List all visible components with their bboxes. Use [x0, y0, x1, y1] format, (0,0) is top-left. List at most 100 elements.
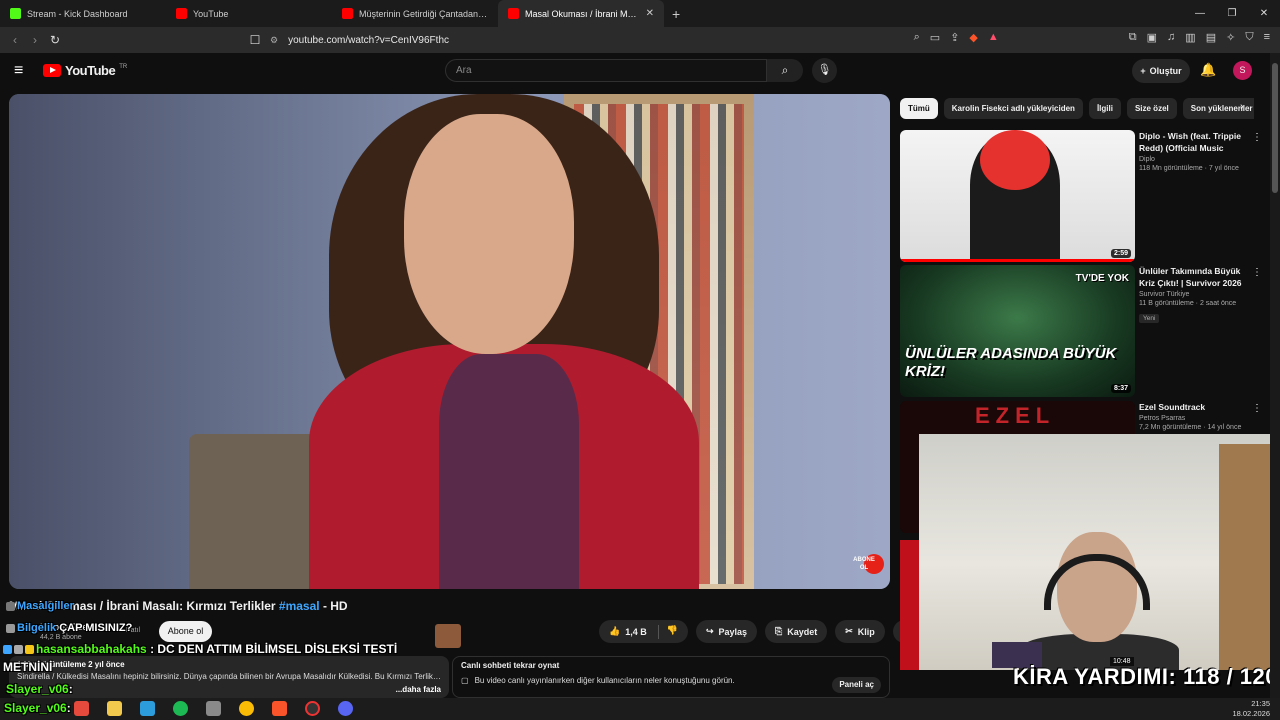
thumbs-down-icon[interactable]: 👎: [657, 624, 678, 639]
hashtag-link[interactable]: #masal: [279, 599, 320, 613]
screenshot-icon[interactable]: ▣: [1147, 31, 1157, 44]
chat-badge-icon: [14, 645, 23, 655]
system-clock[interactable]: 21:35 18.02.2026: [1232, 699, 1270, 719]
app-icon[interactable]: [74, 701, 89, 716]
calculator-icon[interactable]: [206, 701, 221, 716]
youtube-icon: [176, 8, 187, 19]
clip-button[interactable]: ✂ Klip: [835, 620, 885, 643]
save-button[interactable]: ⎘ Kaydet: [765, 620, 828, 643]
open-panel-button[interactable]: Paneli aç: [832, 677, 881, 693]
recommendation-item[interactable]: TV'DE YOK ÜNLÜLER ADASINDA BÜYÜK KRİZ! 8…: [900, 265, 1262, 397]
video-thumbnail[interactable]: 2:59: [900, 130, 1135, 262]
like-button[interactable]: 👍 1,4 B 👎: [599, 620, 688, 643]
hamburger-menu-icon[interactable]: ≡: [14, 62, 23, 80]
share-arrow-icon: ↪: [705, 626, 714, 636]
watch-progress-bar: [900, 259, 1135, 262]
sidebar-icon[interactable]: ▥: [1185, 31, 1195, 44]
forward-icon[interactable]: ›: [25, 33, 45, 47]
show-more-link[interactable]: ...daha fazla: [391, 685, 441, 694]
microphone-icon: 🎙: [817, 64, 832, 76]
description-box[interactable]: 1 Mn görüntüleme 2 yıl önce Sindirella /…: [9, 656, 449, 698]
new-tab-button[interactable]: +: [664, 6, 688, 22]
cast-icon[interactable]: ▭: [930, 31, 940, 44]
more-options-icon[interactable]: ⋮: [1252, 132, 1262, 143]
chat-bubble-icon: ▢: [461, 676, 469, 685]
chrome-icon[interactable]: [239, 701, 254, 716]
youtube-icon: [508, 8, 519, 19]
thumbs-up-icon: 👍: [609, 626, 621, 636]
url-text: youtube.com/watch?v=CenIV96Fthc: [288, 34, 450, 46]
partial-thumbnail: [900, 540, 919, 670]
recommendation-item[interactable]: 2:59 Diplo - Wish (feat. Trippie Redd) (…: [900, 130, 1262, 262]
app-icon[interactable]: [140, 701, 155, 716]
leo-icon[interactable]: ✧: [1226, 31, 1235, 44]
emote-image: [435, 624, 461, 648]
site-info-icon[interactable]: ⚙: [270, 35, 278, 46]
voice-search-button[interactable]: 🎙: [812, 58, 837, 83]
close-window-icon[interactable]: ✕: [1248, 0, 1280, 27]
discord-icon[interactable]: [338, 701, 353, 716]
tab-kick-dashboard[interactable]: Stream - Kick Dashboard: [0, 0, 166, 27]
youtube-play-icon: [43, 64, 61, 77]
bookmark-save-icon: ⎘: [775, 626, 783, 636]
file-explorer-icon[interactable]: [107, 701, 122, 716]
kick-icon: [10, 8, 21, 19]
chat-badge-icon: [6, 623, 15, 633]
chevron-right-icon[interactable]: ›: [1240, 101, 1244, 113]
tab-masal-okumasi[interactable]: Masal Okuması / İbrani Masalı: Kırmızı ✕: [498, 0, 664, 27]
brave-shield-icon[interactable]: ◆: [969, 31, 977, 44]
reload-icon[interactable]: ↻: [45, 33, 65, 47]
close-tab-icon[interactable]: ✕: [646, 8, 654, 19]
video-player[interactable]: [9, 94, 890, 589]
more-options-icon[interactable]: ⋮: [1252, 267, 1262, 278]
youtube-icon: [342, 8, 353, 19]
brave-icon[interactable]: [272, 701, 287, 716]
spotify-icon[interactable]: [173, 701, 188, 716]
create-button[interactable]: + Oluştur: [1132, 59, 1190, 83]
tab-youtube-video[interactable]: Müşterinin Getirdiği Çantadan Çıplak: [332, 0, 498, 27]
share-icon[interactable]: ⇪: [950, 31, 959, 44]
address-bar-row: ‹ › ↻ ☐ ⚙ youtube.com/watch?v=CenIV96Fth…: [0, 27, 1280, 53]
back-icon[interactable]: ‹: [5, 33, 25, 47]
scrollbar-thumb[interactable]: [1272, 63, 1278, 193]
search-input[interactable]: Ara: [445, 59, 767, 82]
scissors-icon: ✂: [845, 626, 853, 636]
bookmark-icon[interactable]: ☐: [245, 33, 265, 47]
minimize-icon[interactable]: —: [1184, 0, 1216, 27]
search-icon: ⌕: [781, 63, 789, 77]
plus-icon: +: [1140, 66, 1146, 76]
share-button[interactable]: ↪ Paylaş: [695, 620, 758, 643]
chat-message: METNİNİ: [3, 660, 53, 674]
youtube-header: ≡ YouTube TR Ara ⌕ 🎙 + Oluştur 🔔 S: [0, 53, 1270, 89]
views-and-date: 1 Mn görüntüleme 2 yıl önce: [17, 660, 125, 669]
tab-youtube[interactable]: YouTube: [166, 0, 332, 27]
media-icon[interactable]: ♫: [1167, 31, 1175, 44]
vpn-icon[interactable]: ⛉: [1245, 31, 1253, 44]
chip-related[interactable]: İlgili: [1088, 98, 1121, 119]
restore-icon[interactable]: ❐: [1216, 0, 1248, 27]
chip-for-you[interactable]: Size özel: [1126, 98, 1177, 119]
obs-icon[interactable]: [305, 701, 320, 716]
new-badge: Yeni: [1139, 314, 1160, 323]
wallet-icon[interactable]: ▤: [1206, 31, 1216, 44]
more-options-icon[interactable]: ⋮: [1252, 403, 1262, 414]
extensions-icon[interactable]: ⧉: [1129, 31, 1137, 44]
page-scrollbar[interactable]: [1270, 53, 1280, 698]
notifications-bell-icon[interactable]: 🔔: [1200, 62, 1216, 78]
chip-all[interactable]: Tümü: [900, 98, 938, 119]
video-presenter: [309, 94, 699, 589]
video-thumbnail[interactable]: TV'DE YOK ÜNLÜLER ADASINDA BÜYÜK KRİZ! 8…: [900, 265, 1135, 397]
abone-ol-watermark: ABONE OL: [853, 557, 875, 571]
recommendation-filter-chips: Tümü Karolin Fisekci adlı yükleyiciden İ…: [900, 98, 1254, 119]
search-button[interactable]: ⌕: [767, 59, 803, 82]
youtube-logo[interactable]: YouTube TR: [43, 63, 127, 78]
url-field[interactable]: ⚙ youtube.com/watch?v=CenIV96Fthc: [270, 30, 990, 50]
subscribe-button[interactable]: Abone ol: [159, 621, 212, 642]
zoom-icon[interactable]: ⌕: [914, 31, 920, 44]
avatar[interactable]: S: [1233, 61, 1252, 80]
chip-from-uploader[interactable]: Karolin Fisekci adlı yükleyiciden: [943, 98, 1083, 119]
chat-message: Slayer_v06:: [6, 682, 73, 696]
brave-rewards-icon[interactable]: ▲: [988, 31, 999, 44]
menu-icon[interactable]: ≡: [1264, 31, 1270, 44]
live-chat-replay: Canlı sohbeti tekrar oynat ▢ Bu video ca…: [452, 656, 890, 698]
